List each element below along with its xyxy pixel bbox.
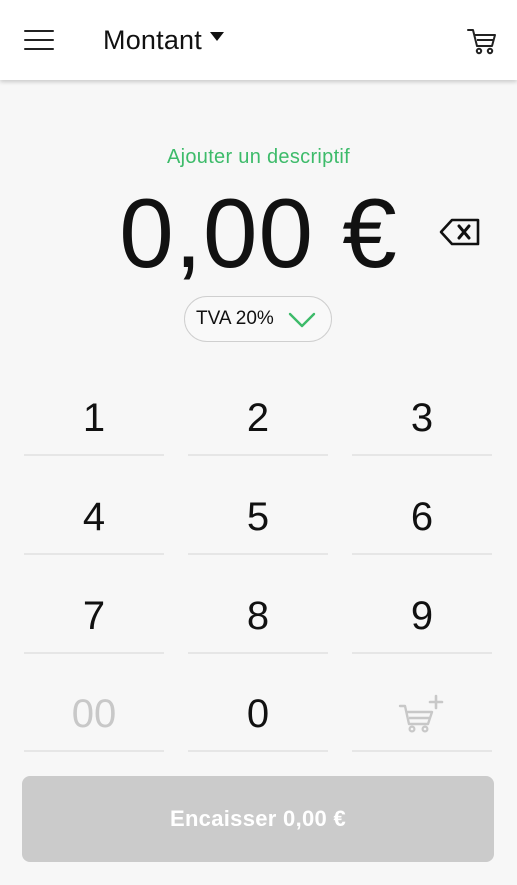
key-divider [188,454,328,456]
menu-button[interactable] [24,28,56,52]
key-3[interactable]: 3 [352,388,492,448]
key-label: 0 [246,691,270,736]
top-bar: Montant [0,0,517,80]
backspace-icon [439,218,480,246]
backspace-button[interactable] [438,216,482,248]
cart-button[interactable] [466,26,498,56]
checkout-button[interactable]: Encaisser 0,00 € [22,776,494,862]
add-description-link[interactable]: Ajouter un descriptif [0,146,517,169]
key-divider [352,553,492,555]
key-7[interactable]: 7 [24,586,164,646]
key-label: 5 [246,494,270,539]
key-divider [24,553,164,555]
key-label: 7 [82,593,106,638]
cart-icon [467,29,496,55]
key-1[interactable]: 1 [24,388,164,448]
key-label: 4 [82,494,106,539]
hamburger-icon-line [24,39,54,41]
key-5[interactable]: 5 [188,487,328,547]
key-divider [352,652,492,654]
tax-rate-dropdown[interactable]: TVA 20% [184,296,332,342]
key-divider [188,652,328,654]
key-00[interactable]: 00 [24,684,164,744]
key-label: 8 [246,593,270,638]
key-8[interactable]: 8 [188,586,328,646]
key-label: 1 [82,395,106,440]
cart-plus-icon [398,694,444,733]
key-divider [188,750,328,752]
mode-selector[interactable]: Montant [103,22,224,58]
key-label: 9 [410,593,434,638]
page-title: Montant [103,24,202,55]
key-2[interactable]: 2 [188,388,328,448]
add-to-cart-button[interactable] [352,684,492,744]
chevron-down-icon [288,312,316,328]
key-divider [24,750,164,752]
key-divider [24,652,164,654]
caret-down-icon [209,31,224,41]
key-0[interactable]: 0 [188,684,328,744]
key-divider [24,454,164,456]
hamburger-icon-line [24,48,54,50]
key-label: 2 [246,395,270,440]
key-label: 00 [71,691,117,736]
key-9[interactable]: 9 [352,586,492,646]
key-4[interactable]: 4 [24,487,164,547]
checkout-label: Encaisser 0,00 € [169,806,347,831]
key-divider [352,750,492,752]
key-divider [188,553,328,555]
tax-rate-label: TVA 20% [196,308,274,329]
hamburger-icon [24,30,54,32]
key-label: 3 [410,395,434,440]
key-6[interactable]: 6 [352,487,492,547]
key-divider [352,454,492,456]
key-label: 6 [410,494,434,539]
